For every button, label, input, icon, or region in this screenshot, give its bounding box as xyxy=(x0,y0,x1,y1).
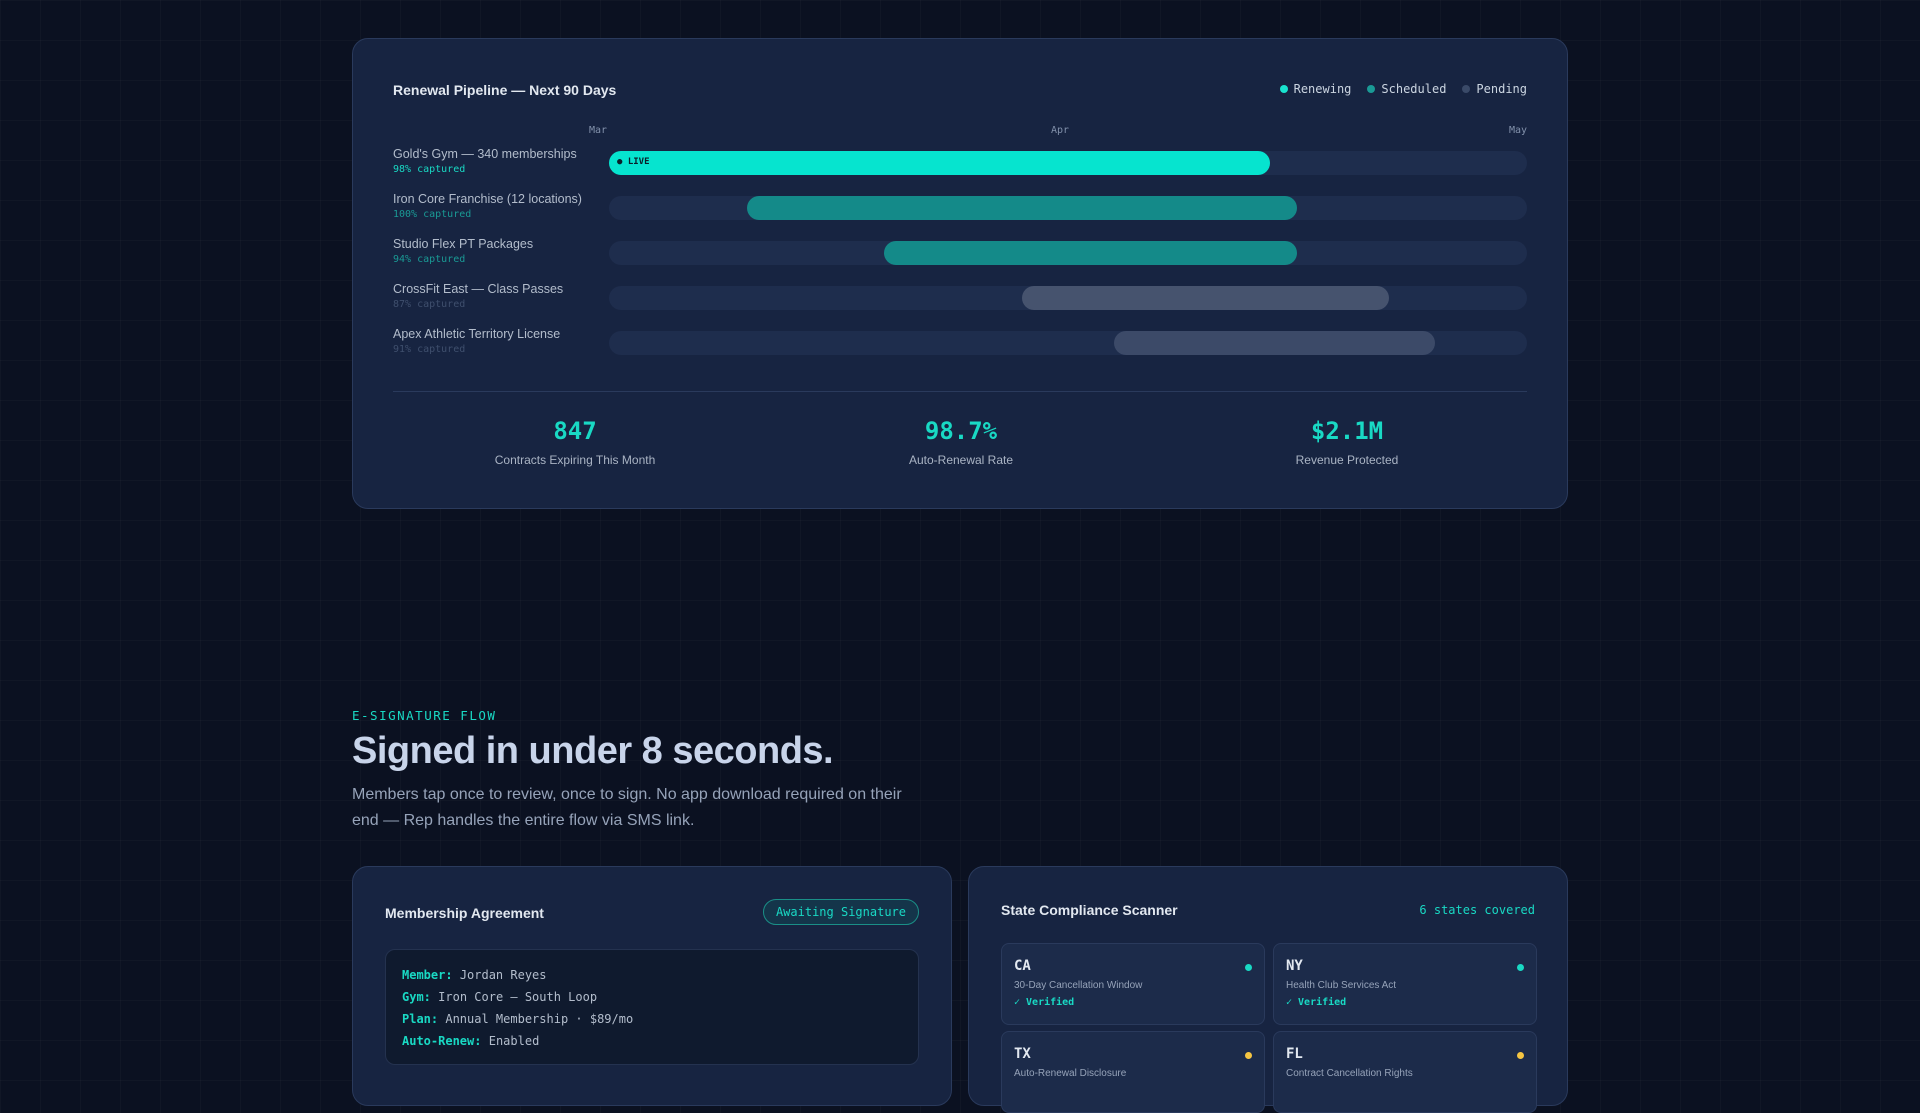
row-capture: 100% captured xyxy=(393,209,472,220)
field-value: Enabled xyxy=(488,1034,540,1048)
timeline-bar[interactable] xyxy=(746,196,1298,220)
pipeline-row[interactable]: Iron Core Franchise (12 locations) 100% … xyxy=(393,192,1527,226)
pipeline-row[interactable]: CrossFit East — Class Passes 87% capture… xyxy=(393,282,1527,316)
row-capture: 91% captured xyxy=(393,344,466,355)
row-label: Gold's Gym — 340 memberships xyxy=(393,147,577,161)
live-badge: ● LIVE xyxy=(617,157,650,167)
stat-auto-renewal-rate: 98.7% Auto-Renewal Rate xyxy=(811,417,1111,467)
stat-label: Auto-Renewal Rate xyxy=(908,453,1014,467)
timeline-track xyxy=(609,196,1527,220)
stat-value: $2.1M xyxy=(1310,417,1384,445)
timeline-track: ● LIVE xyxy=(609,151,1527,175)
field-value: Jordan Reyes xyxy=(459,968,547,982)
divider xyxy=(393,391,1527,392)
state-card-ny[interactable]: NY Health Club Services Act ✓ Verified xyxy=(1273,943,1537,1025)
stat-revenue-protected: $2.1M Revenue Protected xyxy=(1197,417,1497,467)
timeline-bar[interactable] xyxy=(884,241,1298,265)
legend-label: Renewing xyxy=(1293,82,1352,96)
status-dot-icon xyxy=(1245,1052,1252,1059)
month-label: Mar xyxy=(589,125,608,136)
section-headline: Signed in under 8 seconds. xyxy=(352,730,834,772)
legend-dot-icon xyxy=(1279,85,1288,93)
pipeline-row[interactable]: Gold's Gym — 340 memberships 98% capture… xyxy=(393,147,1527,181)
state-card-fl[interactable]: FL Contract Cancellation Rights xyxy=(1273,1031,1537,1113)
row-capture: 98% captured xyxy=(393,164,466,175)
state-status: ✓ Verified xyxy=(1014,997,1075,1008)
renewal-pipeline-card: Renewal Pipeline — Next 90 Days Renewing… xyxy=(352,38,1568,509)
row-label: Apex Athletic Territory License xyxy=(393,327,561,341)
state-code: CA xyxy=(1014,958,1031,974)
agreement-field-gym: Gym: Iron Core — South Loop xyxy=(402,986,902,1008)
state-code: TX xyxy=(1014,1046,1031,1062)
month-label: Apr xyxy=(1050,125,1070,136)
timeline-bar[interactable] xyxy=(1022,286,1390,310)
state-law: 30-Day Cancellation Window xyxy=(1014,980,1143,991)
status-dot-icon xyxy=(1517,964,1524,971)
status-badge: Awaiting Signature xyxy=(762,899,919,925)
legend-dot-icon xyxy=(1367,85,1376,93)
stat-label: Revenue Protected xyxy=(1295,453,1399,467)
compliance-title: State Compliance Scanner xyxy=(1001,902,1178,918)
field-value: Iron Core — South Loop xyxy=(438,990,598,1004)
section-eyebrow: E-SIGNATURE FLOW xyxy=(352,708,497,723)
stat-value: 847 xyxy=(553,417,597,445)
state-code: FL xyxy=(1286,1046,1303,1062)
stat-contracts-expiring: 847 Contracts Expiring This Month xyxy=(425,417,725,467)
month-axis: Mar Apr May xyxy=(589,125,1527,139)
timeline-track xyxy=(609,241,1527,265)
pipeline-row[interactable]: Studio Flex PT Packages 94% captured xyxy=(393,237,1527,271)
legend-item-scheduled: Scheduled xyxy=(1367,82,1446,96)
legend-label: Pending xyxy=(1476,82,1527,96)
status-dot-icon xyxy=(1245,964,1252,971)
state-law: Auto-Renewal Disclosure xyxy=(1014,1068,1127,1079)
agreement-title: Membership Agreement xyxy=(385,905,544,921)
field-key: Gym: xyxy=(402,990,431,1004)
state-compliance-card: State Compliance Scanner 6 states covere… xyxy=(968,866,1568,1113)
stat-label: Contracts Expiring This Month xyxy=(494,453,656,467)
legend-item-pending: Pending xyxy=(1462,82,1527,96)
field-key: Member: xyxy=(402,968,453,982)
states-covered-count: 6 states covered xyxy=(1419,903,1535,917)
status-dot-icon xyxy=(1517,1052,1524,1059)
state-card-ca[interactable]: CA 30-Day Cancellation Window ✓ Verified xyxy=(1001,943,1265,1025)
legend-label: Scheduled xyxy=(1381,82,1447,96)
row-label: Iron Core Franchise (12 locations) xyxy=(393,192,582,206)
agreement-field-auto-renew: Auto-Renew: Enabled xyxy=(402,1030,902,1052)
section-subtext: Members tap once to review, once to sign… xyxy=(352,786,902,829)
membership-agreement-card: Membership Agreement Awaiting Signature … xyxy=(352,866,952,1106)
timeline-track xyxy=(609,331,1527,355)
legend-dot-icon xyxy=(1462,85,1471,93)
pipeline-row[interactable]: Apex Athletic Territory License 91% capt… xyxy=(393,327,1527,361)
row-label: Studio Flex PT Packages xyxy=(393,237,534,251)
stat-value: 98.7% xyxy=(924,417,998,445)
state-card-tx[interactable]: TX Auto-Renewal Disclosure xyxy=(1001,1031,1265,1113)
state-law: Contract Cancellation Rights xyxy=(1286,1068,1413,1079)
pipeline-legend: Renewing Scheduled Pending xyxy=(1279,82,1527,96)
row-capture: 87% captured xyxy=(393,299,466,310)
state-code: NY xyxy=(1286,958,1303,974)
agreement-field-member: Member: Jordan Reyes xyxy=(402,964,902,986)
state-status: ✓ Verified xyxy=(1286,997,1347,1008)
agreement-details: Member: Jordan Reyes Gym: Iron Core — So… xyxy=(385,949,919,1065)
state-law: Health Club Services Act xyxy=(1286,980,1397,991)
timeline-bar[interactable] xyxy=(1113,331,1436,355)
field-key: Auto-Renew: xyxy=(402,1034,482,1048)
pipeline-title: Renewal Pipeline — Next 90 Days xyxy=(393,82,617,98)
field-key: Plan: xyxy=(402,1012,439,1026)
field-value: Annual Membership · $89/mo xyxy=(445,1012,634,1026)
month-label: May xyxy=(1508,125,1527,136)
timeline-bar[interactable]: ● LIVE xyxy=(609,151,1270,175)
agreement-field-plan: Plan: Annual Membership · $89/mo xyxy=(402,1008,902,1030)
row-label: CrossFit East — Class Passes xyxy=(393,282,564,296)
timeline-track xyxy=(609,286,1527,310)
row-capture: 94% captured xyxy=(393,254,466,265)
legend-item-renewing: Renewing xyxy=(1279,82,1352,96)
